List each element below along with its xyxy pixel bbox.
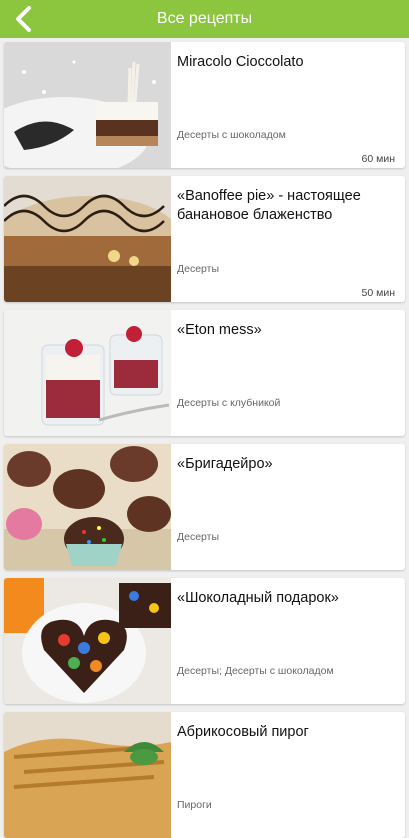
recipe-title: Miracolo Cioccolato [177, 54, 304, 70]
recipe-title: «Eton mess» [177, 322, 262, 338]
page-title: Все рецепты [156, 10, 253, 27]
recipe-category: Десерты с клубникой [177, 397, 281, 409]
recipe-image [4, 444, 171, 570]
recipe-image [4, 578, 171, 704]
recipe-image [4, 310, 171, 436]
recipe-card[interactable]: Miracolo Cioccolato Десерты с шоколадом … [4, 42, 405, 168]
recipe-title: Абрикосовый пирог [177, 724, 309, 740]
recipe-category: Десерты [177, 263, 220, 275]
recipe-card[interactable]: «Бригадейро» Десерты [4, 444, 405, 570]
recipe-image [4, 712, 171, 838]
recipe-category: Десерты [177, 531, 220, 543]
recipe-card[interactable]: «Eton mess» Десерты с клубникой [4, 310, 405, 436]
recipe-category: Десерты; Десерты с шоколадом [177, 665, 334, 677]
recipe-title: «Бригадейро» [177, 456, 273, 472]
recipe-category: Десерты с шоколадом [177, 129, 286, 141]
recipe-card[interactable]: «Banoffee pie» - настоящее банановое бла… [4, 176, 405, 302]
app-bar: Все рецепты [0, 0, 409, 38]
recipe-image [4, 42, 171, 168]
recipe-card[interactable]: Абрикосовый пирог Пироги [4, 712, 405, 838]
recipe-title: «Шоколадный подарок» [177, 590, 339, 606]
recipe-card[interactable]: «Шоколадный подарок» Десерты; Десерты с … [4, 578, 405, 704]
recipe-image [4, 176, 171, 302]
recipe-category: Пироги [177, 799, 212, 811]
recipe-time: 50 мин [361, 287, 395, 299]
recipe-title: «Banoffee pie» - настоящее банановое бла… [177, 188, 361, 223]
recipe-time: 60 мин [361, 153, 395, 165]
